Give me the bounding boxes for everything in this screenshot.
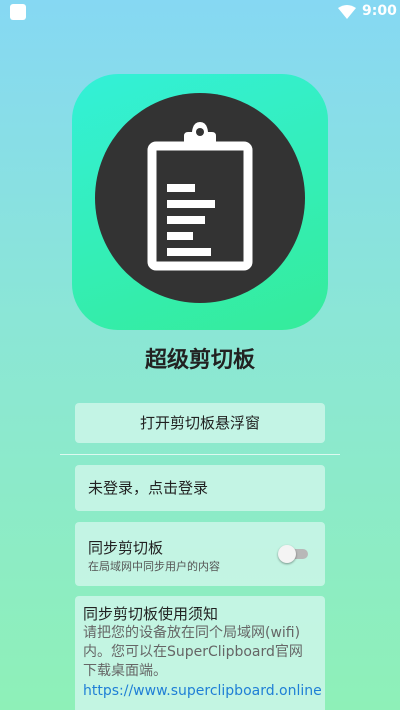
sync-notice-card: 同步剪切板使用须知 请把您的设备放在同个局域网(wifi) 内。您可以在Supe… <box>75 596 325 710</box>
sync-title: 同步剪切板 <box>88 539 164 557</box>
notice-body-line1: 请把您的设备放在同个局域网(wifi) <box>83 625 301 641</box>
divider <box>60 454 340 455</box>
open-float-window-button[interactable]: 打开剪切板悬浮窗 <box>75 403 325 443</box>
wifi-icon <box>338 5 356 19</box>
notice-body-line3: 下载桌面端。 <box>83 663 167 679</box>
sync-subtitle: 在局域网中同步用户的内容 <box>88 560 220 573</box>
notice-title: 同步剪切板使用须知 <box>83 605 219 623</box>
app-logo <box>72 74 328 330</box>
sync-toggle[interactable] <box>278 545 310 563</box>
app-title: 超级剪切板 <box>144 348 255 373</box>
toggle-knob <box>278 545 296 563</box>
notice-body-line2: 内。您可以在SuperClipboard官网 <box>83 644 303 660</box>
login-button[interactable]: 未登录，点击登录 <box>75 465 325 511</box>
notification-square-icon <box>10 4 26 20</box>
status-time: 9:00 <box>362 3 397 19</box>
website-link[interactable]: https://www.superclipboard.online <box>83 681 322 701</box>
sync-clipboard-setting[interactable]: 同步剪切板 在局域网中同步用户的内容 <box>75 522 325 586</box>
status-bar: 9:00 <box>0 0 400 24</box>
clipboard-icon <box>95 93 305 303</box>
